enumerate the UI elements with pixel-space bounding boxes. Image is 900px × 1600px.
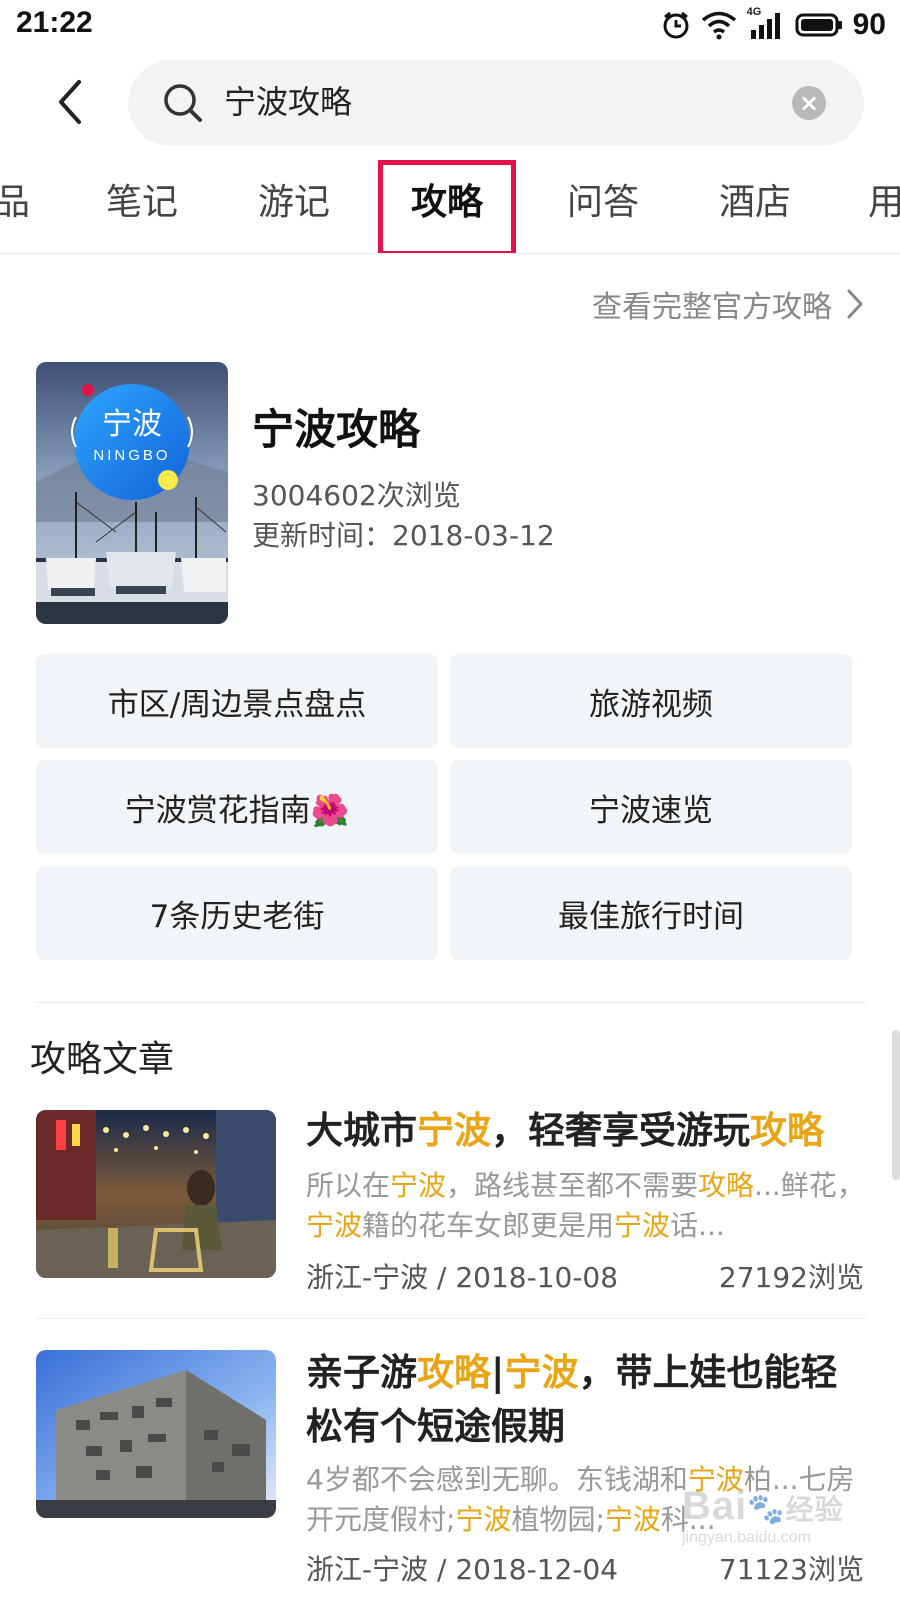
chevron-right-icon — [847, 289, 863, 319]
cover-text-cn: 宁波 — [102, 407, 162, 442]
snippet-part: 4岁都不会感到无聊。东钱湖和 — [306, 1463, 688, 1496]
chevron-left-icon — [59, 80, 81, 124]
search-input[interactable]: 宁波攻略 — [224, 80, 352, 124]
tab-travelogues[interactable]: 游记 — [244, 158, 344, 253]
title-part: 亲子游 — [306, 1351, 417, 1394]
snippet-part: ...鲜花， — [754, 1169, 865, 1202]
alarm-icon — [663, 11, 689, 39]
guide-cover-image[interactable]: 宁波 NINGBO — [36, 362, 228, 624]
snippet-highlight: 宁波 — [604, 1503, 661, 1536]
tab-notes[interactable]: 笔记 — [92, 158, 192, 253]
clear-search-button[interactable]: × — [792, 86, 826, 120]
title-highlight: 宁波 — [504, 1351, 579, 1394]
snippet-highlight: 攻略 — [698, 1169, 755, 1202]
guide-view-count: 3004602次浏览 — [252, 479, 461, 512]
battery-icon — [795, 13, 842, 37]
watermark-brand: Bai — [682, 1484, 748, 1528]
guide-title[interactable]: 宁波攻略 — [252, 396, 420, 457]
tab-hotels[interactable]: 酒店 — [705, 158, 805, 253]
snippet-highlight: 宁波 — [306, 1209, 363, 1242]
topic-button-old-streets[interactable]: 7条历史老街 — [36, 866, 438, 960]
battery-level: 90 — [852, 8, 886, 41]
clear-icon: × — [798, 89, 820, 117]
article-divider — [36, 1318, 866, 1319]
cellular-signal-icon: 4G — [747, 6, 785, 40]
status-icons: 4G 90 — [661, 6, 886, 42]
article-title[interactable]: 大城市宁波，轻奢享受游玩攻略 — [306, 1104, 866, 1158]
article-thumbnail[interactable] — [36, 1110, 276, 1278]
title-highlight: 攻略 — [417, 1351, 491, 1394]
snippet-highlight: 宁波 — [390, 1169, 447, 1202]
snippet-part: 所以在 — [306, 1169, 391, 1202]
status-time: 21:22 — [16, 6, 93, 39]
topic-button-overview[interactable]: 宁波速览 — [450, 760, 852, 854]
guide-update-time: 更新时间：2018-03-12 — [252, 519, 555, 552]
status-bar: 21:22 4G 90 — [0, 0, 900, 52]
snippet-part: 话... — [670, 1209, 725, 1242]
search-bar[interactable]: 宁波攻略 × — [128, 60, 864, 146]
paw-icon: 🐾 — [747, 1493, 786, 1526]
tab-qa[interactable]: 问答 — [553, 158, 653, 253]
section-title: 攻略文章 — [30, 1039, 175, 1080]
title-part: 大城市 — [306, 1109, 417, 1152]
title-highlight: 宁波 — [417, 1109, 491, 1152]
article-location-date: 浙江-宁波 / 2018-12-04 — [306, 1553, 619, 1586]
section-divider — [36, 1002, 866, 1003]
title-part: | — [491, 1351, 505, 1394]
snippet-highlight: 宁波 — [455, 1503, 512, 1536]
article-location-date: 浙江-宁波 / 2018-10-08 — [306, 1261, 619, 1294]
snippet-part: ，路线甚至都不需要 — [446, 1169, 699, 1202]
article-title[interactable]: 亲子游攻略|宁波，带上娃也能轻松有个短途假期 — [306, 1346, 866, 1454]
full-official-guide-link[interactable]: 查看完整官方攻略 — [592, 282, 864, 326]
topic-button-attractions[interactable]: 市区/周边景点盘点 — [36, 654, 438, 748]
topic-button-travel-video[interactable]: 旅游视频 — [450, 654, 852, 748]
cover-text-en: NINGBO — [93, 447, 170, 464]
baidu-jingyan-watermark: Bai🐾经验 jingyan.baidu.com — [682, 1484, 882, 1580]
wifi-icon — [701, 11, 736, 40]
active-tab-highlight-box — [378, 160, 516, 253]
scrollbar[interactable] — [892, 1030, 900, 1180]
back-button[interactable] — [40, 72, 100, 132]
tab-users[interactable]: 用 — [868, 158, 900, 253]
snippet-part: 植物园; — [511, 1503, 605, 1536]
topic-button-best-time[interactable]: 最佳旅行时间 — [450, 866, 852, 960]
snippet-highlight: 宁波 — [614, 1209, 671, 1242]
title-highlight: 攻略 — [750, 1109, 824, 1152]
topic-button-flower-guide[interactable]: 宁波赏花指南🌺 — [36, 760, 438, 854]
snippet-part: 籍的花车女郎更是用 — [362, 1209, 615, 1242]
article-thumbnail[interactable] — [36, 1350, 276, 1518]
watermark-url: jingyan.baidu.com — [682, 1529, 811, 1546]
tab-products[interactable]: 品 — [0, 158, 42, 253]
search-icon — [164, 84, 202, 122]
tab-bar: 品 笔记 游记 攻略 问答 酒店 用 — [0, 158, 900, 254]
full-guide-link-label: 查看完整官方攻略 — [592, 290, 832, 325]
title-part: ，轻奢享受游玩 — [491, 1109, 750, 1152]
article-views: 27192浏览 — [718, 1261, 864, 1294]
watermark-brand-cn: 经验 — [785, 1494, 844, 1525]
article-snippet: 所以在宁波，路线甚至都不需要攻略...鲜花，宁波籍的花车女郎更是用宁波话... — [306, 1166, 866, 1246]
